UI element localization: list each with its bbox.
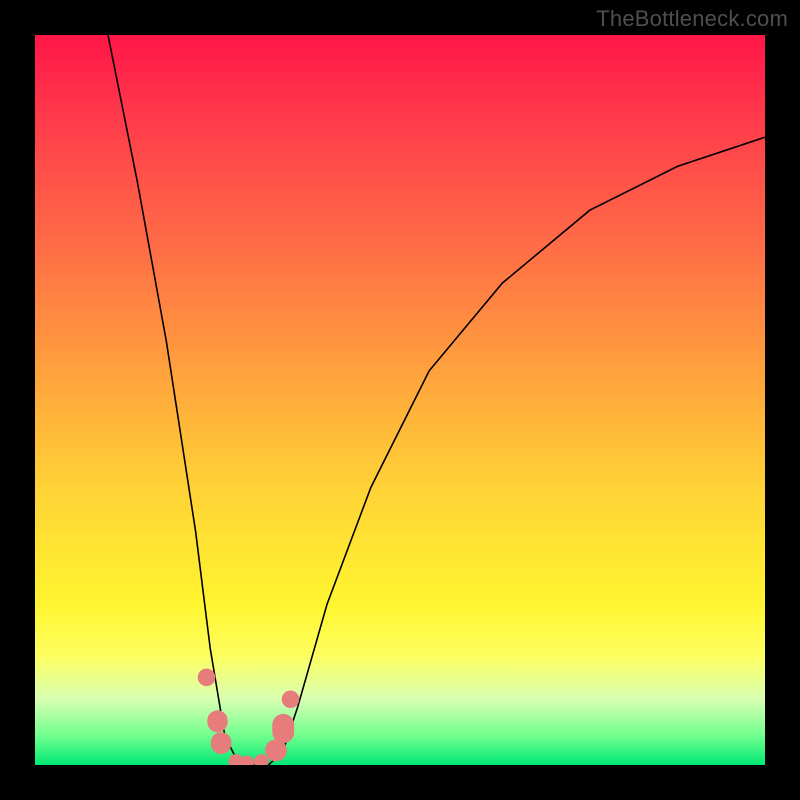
plot-area <box>35 35 765 765</box>
outer-frame: TheBottleneck.com <box>0 0 800 800</box>
marker-pill <box>211 732 231 754</box>
marker-dot <box>282 691 300 709</box>
bottleneck-curve <box>108 35 765 765</box>
curve-markers <box>198 669 300 765</box>
marker-pill <box>207 710 227 732</box>
marker-dot <box>239 756 254 766</box>
marker-pill <box>272 714 294 743</box>
marker-dot <box>198 669 216 687</box>
watermark-text: TheBottleneck.com <box>596 6 788 32</box>
chart-svg <box>35 35 765 765</box>
